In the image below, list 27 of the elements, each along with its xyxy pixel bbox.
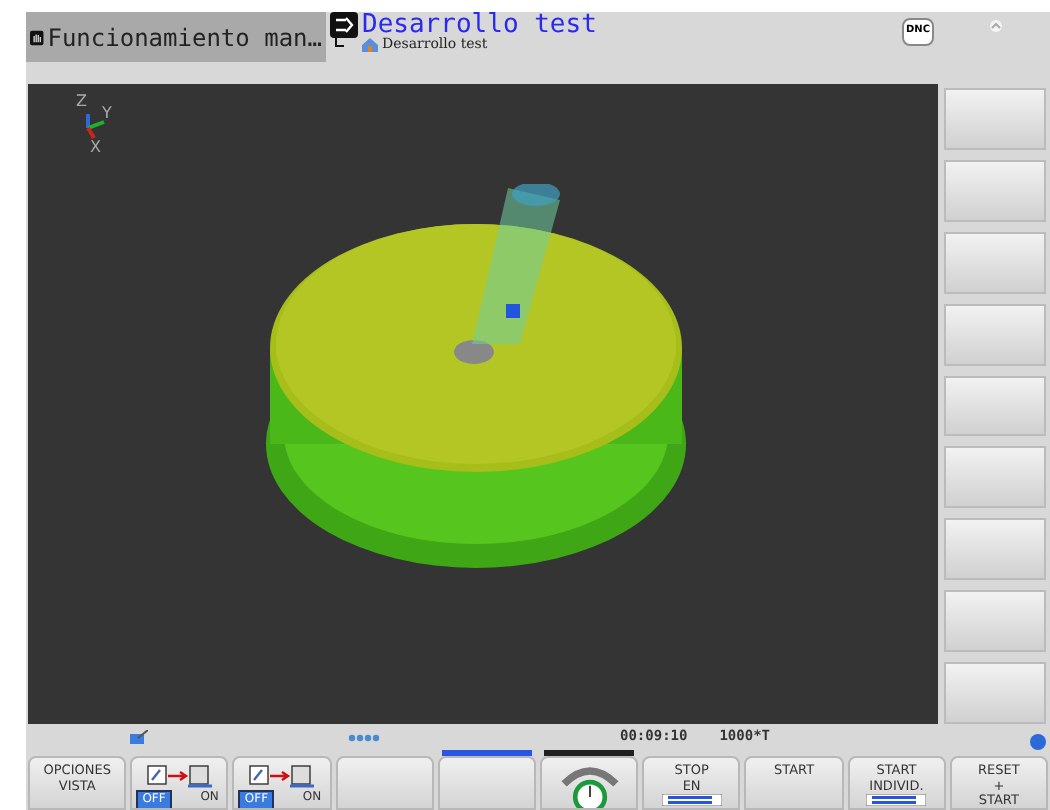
- side-softkey[interactable]: [944, 88, 1046, 150]
- arrow-to-machine-icon: [145, 762, 214, 790]
- home-icon: [362, 38, 378, 52]
- mode-label: Funcionamiento man…: [47, 21, 322, 55]
- side-softkey[interactable]: [944, 231, 1046, 294]
- side-softkey[interactable]: [944, 303, 1046, 366]
- softkey[interactable]: [540, 756, 639, 810]
- axis-label: Z: [76, 90, 87, 114]
- side-softkey[interactable]: [944, 662, 1046, 725]
- axis-label: Y: [102, 102, 112, 126]
- side-softkey[interactable]: [944, 446, 1046, 509]
- scroll-up-icon: [987, 20, 1003, 32]
- axis-label: X: [90, 136, 101, 160]
- side-softkey[interactable]: [944, 375, 1046, 437]
- side-softkey[interactable]: [944, 159, 1046, 222]
- arrow-to-machine-icon: [248, 762, 316, 790]
- program-title: Desarrollo test: [362, 12, 597, 38]
- program-run-icon: [661, 794, 722, 806]
- mode-tab[interactable]: Funcionamiento man…: [26, 12, 326, 62]
- axis-triad-icon: [86, 112, 106, 140]
- side-softkey[interactable]: [944, 590, 1046, 653]
- dots-icon: [348, 733, 380, 741]
- tool-edit-icon: [130, 730, 148, 744]
- program-run-icon: [866, 794, 927, 806]
- help-icon: [1030, 734, 1046, 751]
- program-run-icon: [330, 12, 358, 48]
- side-softkey[interactable]: [944, 518, 1046, 581]
